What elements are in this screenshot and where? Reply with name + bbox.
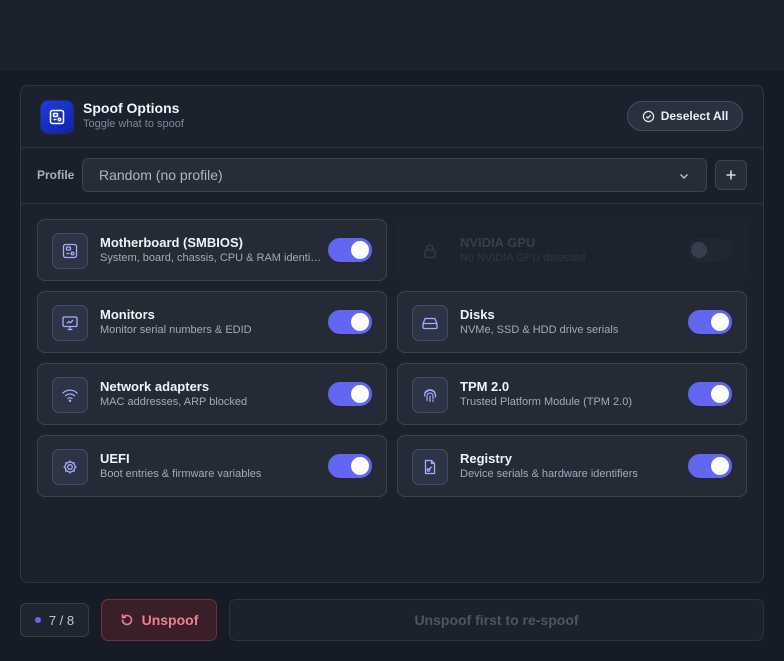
status-dot: [34, 617, 41, 623]
spoof-options-icon: [41, 101, 73, 133]
option-title: Monitors: [100, 307, 155, 322]
add-profile-button[interactable]: [715, 160, 747, 190]
selected-count: 7 / 8: [48, 612, 75, 628]
option-description: System, board, chassis, CPU & RAM identi…: [100, 252, 322, 264]
profile-select[interactable]: Random (no profile): [82, 158, 707, 192]
option-card-registry[interactable]: Registry Device serials & hardware ident…: [397, 435, 747, 497]
deselect-all-label: Deselect All: [660, 109, 729, 123]
uefi-toggle[interactable]: [328, 454, 372, 478]
top-bar: [0, 0, 784, 70]
panel-title: Spoof Options: [83, 100, 180, 116]
option-description: MAC addresses, ARP blocked: [100, 396, 248, 408]
registry-file-icon: [412, 449, 448, 485]
nvidia-gpu-toggle: [688, 238, 732, 262]
deselect-all-button[interactable]: Deselect All: [627, 101, 743, 131]
panel-header: Spoof Options Toggle what to spoof Desel…: [21, 86, 763, 148]
monitors-toggle[interactable]: [328, 310, 372, 334]
option-card-nvidia-gpu: NVIDIA GPU No NVIDIA GPU detected: [397, 219, 747, 281]
unspoof-button[interactable]: Unspoof: [101, 599, 217, 641]
respoof-button[interactable]: Unspoof first to re-spoof: [229, 599, 764, 641]
option-card-monitors[interactable]: Monitors Monitor serial numbers & EDID: [37, 291, 387, 353]
option-title: Registry: [460, 451, 513, 466]
option-description: Boot entries & firmware variables: [100, 468, 262, 480]
option-description: Monitor serial numbers & EDID: [100, 324, 252, 336]
registry-toggle[interactable]: [688, 454, 732, 478]
respoof-label: Unspoof first to re-spoof: [414, 612, 579, 628]
panel-subtitle: Toggle what to spoof: [83, 118, 184, 130]
motherboard-toggle[interactable]: [328, 238, 372, 262]
profile-row: Profile Random (no profile): [21, 148, 763, 204]
check-circle-icon: [642, 110, 654, 122]
option-title: Network adapters: [100, 379, 210, 394]
option-card-disks[interactable]: Disks NVMe, SSD & HDD drive serials: [397, 291, 747, 353]
unspoof-label: Unspoof: [141, 612, 199, 628]
profile-selected-value: Random (no profile): [99, 167, 223, 183]
tpm-toggle[interactable]: [688, 382, 732, 406]
option-title: NVIDIA GPU: [460, 235, 536, 250]
option-title: Motherboard (SMBIOS): [100, 235, 243, 250]
option-description: NVMe, SSD & HDD drive serials: [460, 324, 619, 336]
monitor-icon: [52, 305, 88, 341]
option-card-motherboard[interactable]: Motherboard (SMBIOS) System, board, chas…: [37, 219, 387, 281]
selected-count-badge: 7 / 8: [20, 603, 89, 637]
option-description: No NVIDIA GPU detected: [460, 252, 586, 264]
plus-icon: [726, 170, 736, 180]
option-description: Trusted Platform Module (TPM 2.0): [460, 396, 632, 408]
profile-label: Profile: [37, 168, 75, 182]
chevron-down-icon: [679, 173, 689, 180]
motherboard-icon: [52, 233, 88, 269]
network-adapters-toggle[interactable]: [328, 382, 372, 406]
undo-icon: [121, 614, 132, 626]
lock-icon: [412, 233, 448, 269]
fingerprint-icon: [412, 377, 448, 413]
disk-icon: [412, 305, 448, 341]
wifi-icon: [52, 377, 88, 413]
option-card-uefi[interactable]: UEFI Boot entries & firmware variables: [37, 435, 387, 497]
option-title: UEFI: [100, 451, 130, 466]
gear-icon: [52, 449, 88, 485]
option-card-tpm[interactable]: TPM 2.0 Trusted Platform Module (TPM 2.0…: [397, 363, 747, 425]
option-card-network-adapters[interactable]: Network adapters MAC addresses, ARP bloc…: [37, 363, 387, 425]
spoof-options-panel: Spoof Options Toggle what to spoof Desel…: [20, 85, 764, 583]
disks-toggle[interactable]: [688, 310, 732, 334]
option-description: Device serials & hardware identifiers: [460, 468, 638, 480]
option-title: Disks: [460, 307, 495, 322]
option-title: TPM 2.0: [460, 379, 510, 394]
